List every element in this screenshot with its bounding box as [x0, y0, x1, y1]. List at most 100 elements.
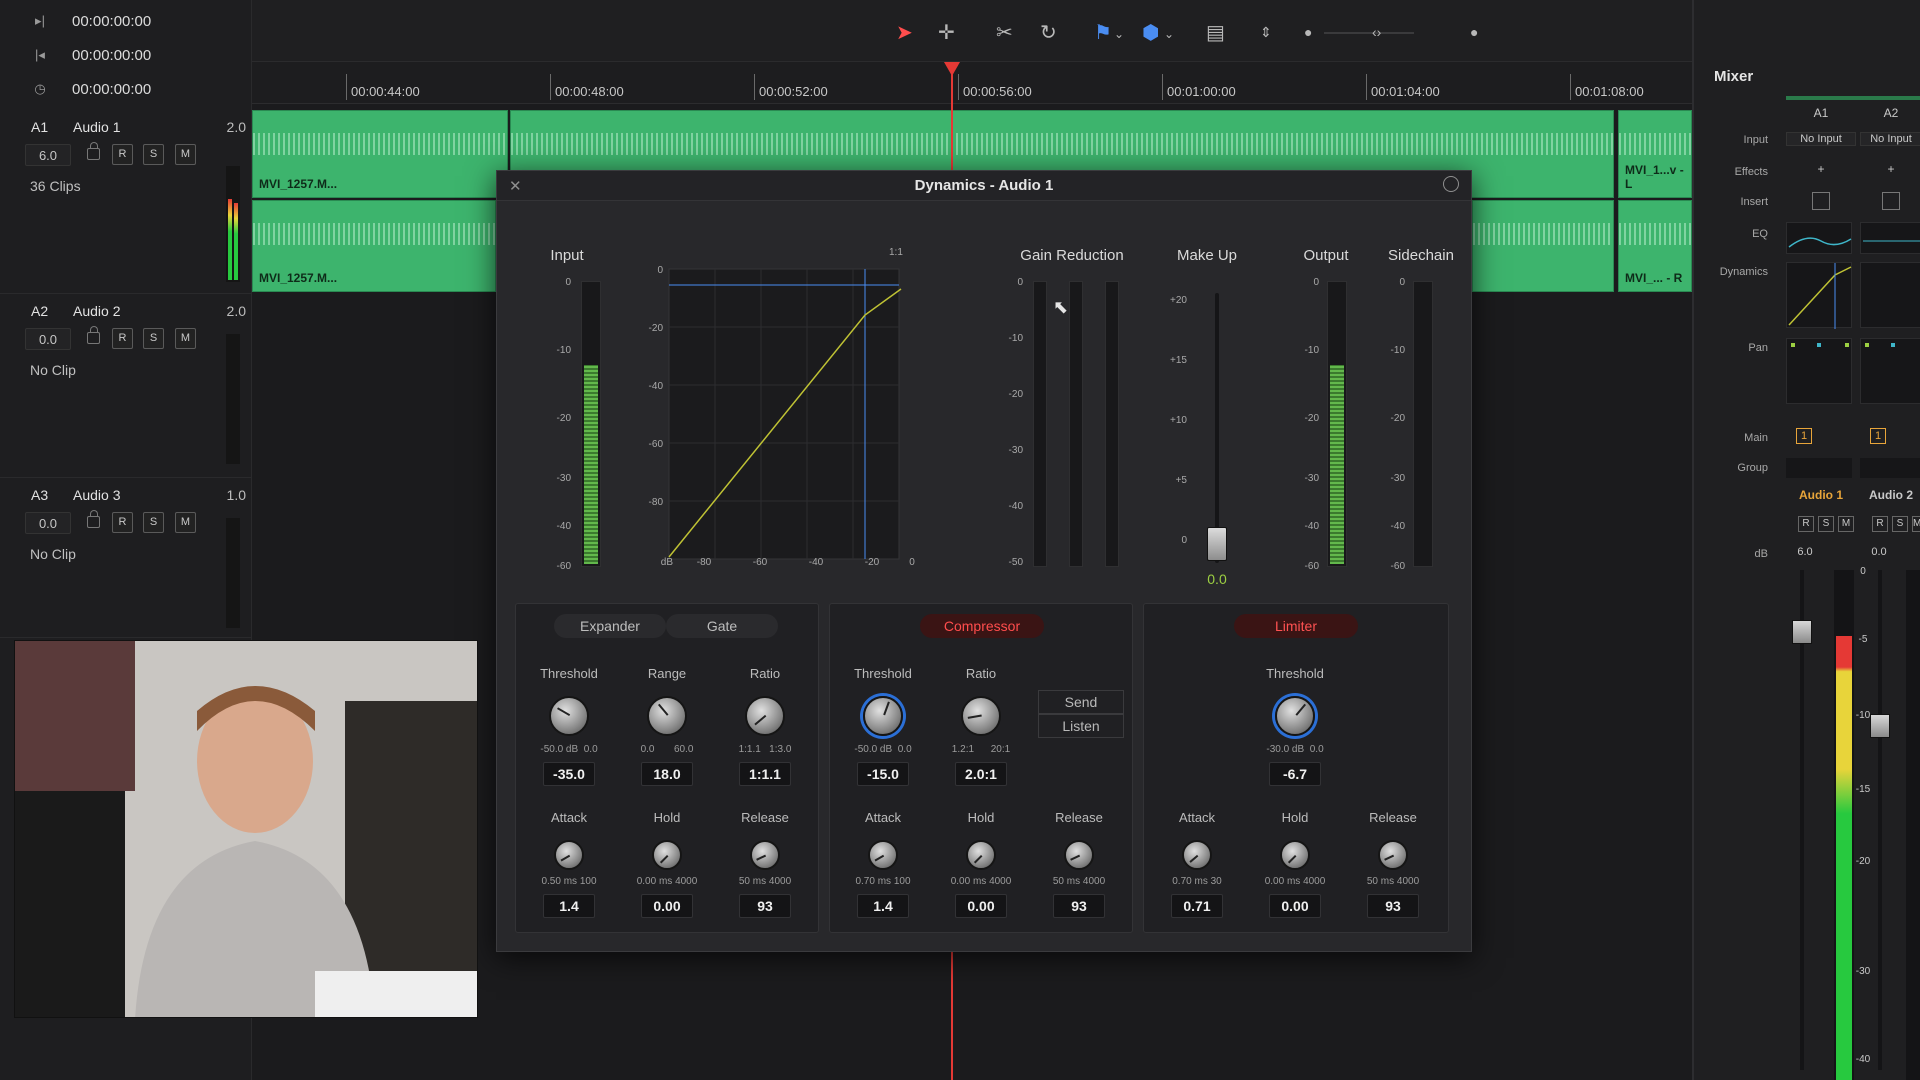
tab-limiter[interactable]: Limiter: [1234, 614, 1358, 638]
compressor-attack-knob[interactable]: [868, 840, 898, 870]
tab-expander[interactable]: Expander: [554, 614, 666, 638]
mixer-fader-handle[interactable]: [1792, 620, 1812, 644]
limiter-attack-knob[interactable]: [1182, 840, 1212, 870]
chevron-down-icon[interactable]: ⌄: [1164, 27, 1174, 41]
mute-button[interactable]: M: [175, 328, 196, 349]
zoom-out-dot-icon[interactable]: ●: [1304, 24, 1312, 40]
zoom-in-dot-icon[interactable]: ●: [1470, 24, 1478, 40]
mixer-solo-button[interactable]: S: [1892, 516, 1908, 532]
tab-compressor[interactable]: Compressor: [920, 614, 1044, 638]
transfer-curve-graph[interactable]: 1:1 0 -20 -40 -60 -80 dB -80 -60 -40 -20…: [627, 247, 937, 581]
expander-attack-value[interactable]: 1.4: [543, 894, 595, 918]
limiter-release-knob[interactable]: [1378, 840, 1408, 870]
record-button[interactable]: R: [112, 144, 133, 165]
track-header-a2[interactable]: A2 Audio 2 2.0 0.0 R S M No Clip: [0, 294, 252, 478]
mixer-fader-track[interactable]: [1878, 570, 1882, 1070]
mixer-mute-button[interactable]: M: [1838, 516, 1854, 532]
compressor-attack-value[interactable]: 1.4: [857, 894, 909, 918]
main-bus-toggle[interactable]: 1: [1796, 428, 1812, 444]
group-field[interactable]: [1786, 458, 1852, 478]
makeup-slider-track[interactable]: [1215, 293, 1219, 563]
mute-button[interactable]: M: [175, 144, 196, 165]
limiter-hold-knob[interactable]: [1280, 840, 1310, 870]
dynamics-thumbnail[interactable]: [1860, 262, 1920, 328]
lock-icon[interactable]: [87, 142, 100, 160]
track-volume[interactable]: 0.0: [25, 328, 71, 350]
main-bus-toggle[interactable]: 1: [1870, 428, 1886, 444]
compressor-hold-knob[interactable]: [966, 840, 996, 870]
add-effect-icon[interactable]: +: [1860, 162, 1920, 176]
audio-clip[interactable]: MVI_1...v - L: [1618, 110, 1692, 198]
eq-thumbnail[interactable]: [1860, 222, 1920, 254]
lock-icon[interactable]: [87, 326, 100, 344]
expander-attack-knob[interactable]: [554, 840, 584, 870]
record-button[interactable]: R: [112, 512, 133, 533]
limiter-threshold-knob[interactable]: [1275, 696, 1315, 736]
track-volume[interactable]: 0.0: [25, 512, 71, 534]
timeline-ruler[interactable]: 00:00:44:00 00:00:48:00 00:00:52:00 00:0…: [252, 62, 1692, 104]
expander-release-value[interactable]: 93: [739, 894, 791, 918]
blade-tool-icon[interactable]: ✂: [996, 20, 1013, 45]
audio-clip[interactable]: MVI_... - R: [1618, 200, 1692, 292]
expander-threshold-value[interactable]: -35.0: [543, 762, 595, 786]
send-button[interactable]: Send: [1038, 690, 1124, 714]
trim-tool-icon[interactable]: ✛: [938, 20, 955, 45]
track-header-a3[interactable]: A3 Audio 3 1.0 0.0 R S M No Clip: [0, 478, 252, 638]
limiter-threshold-value[interactable]: -6.7: [1269, 762, 1321, 786]
compressor-release-knob[interactable]: [1064, 840, 1094, 870]
limiter-release-value[interactable]: 93: [1367, 894, 1419, 918]
expander-ratio-value[interactable]: 1:1.1: [739, 762, 791, 786]
listen-button[interactable]: Listen: [1038, 714, 1124, 738]
solo-button[interactable]: S: [143, 512, 164, 533]
expander-release-knob[interactable]: [750, 840, 780, 870]
mixer-fader-handle[interactable]: [1870, 714, 1890, 738]
solo-button[interactable]: S: [143, 144, 164, 165]
record-button[interactable]: R: [112, 328, 133, 349]
mixer-input-select[interactable]: No Input: [1860, 132, 1920, 146]
mixer-record-button[interactable]: R: [1798, 516, 1814, 532]
limiter-attack-value[interactable]: 0.71: [1171, 894, 1223, 918]
timeline-view-icon[interactable]: ▤: [1206, 20, 1225, 45]
flag-icon[interactable]: ⚑: [1094, 20, 1112, 45]
mute-button[interactable]: M: [175, 512, 196, 533]
selection-tool-icon[interactable]: ➤: [896, 20, 913, 45]
snapping-icon[interactable]: ↻: [1040, 20, 1057, 45]
track-header-a1[interactable]: A1 Audio 1 2.0 6.0 R S M 36 Clips: [0, 110, 252, 294]
expander-ratio-knob[interactable]: [745, 696, 785, 736]
expander-hold-knob[interactable]: [652, 840, 682, 870]
insert-toggle[interactable]: [1812, 192, 1830, 210]
zoom-slider[interactable]: [1324, 32, 1414, 34]
eq-thumbnail[interactable]: [1786, 222, 1852, 254]
audio-clip[interactable]: [1472, 200, 1614, 292]
solo-button[interactable]: S: [143, 328, 164, 349]
pan-control[interactable]: [1786, 338, 1852, 404]
zoom-fit-icon[interactable]: ‹›: [1372, 24, 1381, 40]
chevron-down-icon[interactable]: ⌄: [1114, 27, 1124, 41]
compressor-threshold-value[interactable]: -15.0: [857, 762, 909, 786]
track-name[interactable]: Audio 3: [73, 487, 120, 503]
track-height-icon[interactable]: ⇕: [1260, 24, 1272, 41]
close-icon[interactable]: ✕: [509, 177, 522, 195]
compressor-ratio-knob[interactable]: [961, 696, 1001, 736]
dynamics-thumbnail[interactable]: [1786, 262, 1852, 329]
track-volume[interactable]: 6.0: [25, 144, 71, 166]
audio-clip[interactable]: MVI_1257.M...: [252, 110, 508, 198]
reset-icon[interactable]: [1443, 176, 1459, 192]
mixer-solo-button[interactable]: S: [1818, 516, 1834, 532]
group-field[interactable]: [1860, 458, 1920, 478]
mixer-fader-track[interactable]: [1800, 570, 1804, 1070]
tab-gate[interactable]: Gate: [666, 614, 778, 638]
mixer-mute-button[interactable]: M: [1912, 516, 1920, 532]
compressor-ratio-value[interactable]: 2.0:1: [955, 762, 1007, 786]
compressor-threshold-knob[interactable]: [863, 696, 903, 736]
track-name[interactable]: Audio 1: [73, 119, 120, 135]
expander-threshold-knob[interactable]: [549, 696, 589, 736]
insert-toggle[interactable]: [1882, 192, 1900, 210]
pan-control[interactable]: [1860, 338, 1920, 404]
expander-range-knob[interactable]: [647, 696, 687, 736]
mixer-input-select[interactable]: No Input: [1786, 132, 1856, 146]
track-name[interactable]: Audio 2: [73, 303, 120, 319]
compressor-release-value[interactable]: 93: [1053, 894, 1105, 918]
expander-range-value[interactable]: 18.0: [641, 762, 693, 786]
marker-icon[interactable]: ⬢: [1142, 20, 1159, 45]
